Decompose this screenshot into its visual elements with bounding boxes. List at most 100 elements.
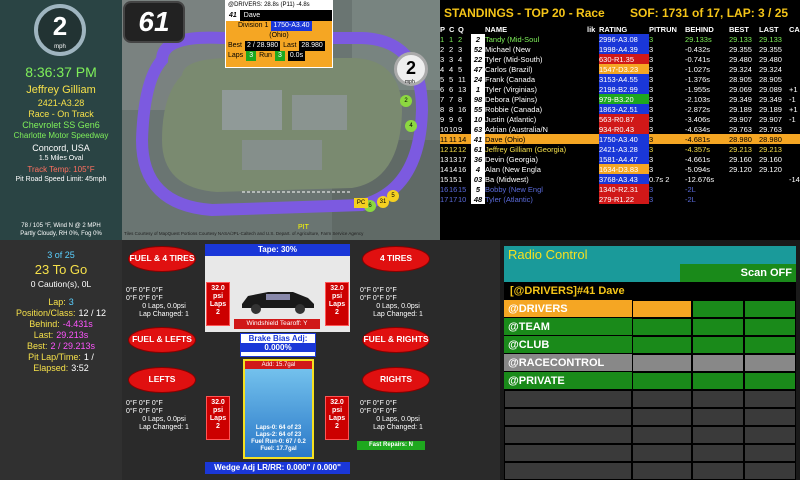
cell-p: 9	[440, 114, 445, 124]
standings-row[interactable]: 1 1 2 2 Tandy (Mid-Soul 2996-A3.08 3 29.133s 29.…	[440, 34, 800, 44]
radio-empty-cell	[692, 390, 744, 408]
standings-row[interactable]: 10 10 9 63 Adrian (Australia/N 934-R0.43 3 -4.6…	[440, 124, 800, 134]
fast-repairs[interactable]: Fast Repairs: N	[357, 441, 425, 450]
radio-toggle-cell[interactable]	[744, 318, 796, 336]
radio-empty-cell	[504, 462, 632, 480]
windshield-tearoff[interactable]: Windshield Tearoff: Y	[234, 319, 320, 329]
standings-row[interactable]: 3 3 4 22 Tyler (Mid-South) 630-R1.35 3 -0.741s 2…	[440, 54, 800, 64]
tire-pressure-lf[interactable]: 32.0 psi Laps 2	[206, 282, 230, 326]
lefts-button[interactable]: LEFTS	[128, 367, 196, 393]
radio-toggle-cell[interactable]	[692, 354, 744, 372]
fuel-gauge[interactable]: Add: 15.7gal Laps-0: 64 of 23 Laps-2: 64…	[243, 359, 314, 459]
tire-info-lf: 0°F 0°F 0°F 0°F 0°F 0°F 0 Laps, 0.0psi L…	[126, 287, 202, 319]
standings-row[interactable]: 11 11 14 41 Dave (Ohio) 1750-A3.40 3 -4.681s 28.…	[440, 134, 800, 144]
radio-empty-cell	[504, 408, 632, 426]
brake-bias-box[interactable]: Brake Bias Adj: 0.000%	[240, 333, 316, 357]
radio-toggle-cell[interactable]	[692, 318, 744, 336]
radio-toggle-cell[interactable]	[744, 354, 796, 372]
standings-row[interactable]: 17 17 10 48 Tyler (Atlantic) 279-R1.22 3 -2L	[440, 194, 800, 204]
cell-pit: 3	[649, 94, 654, 104]
column-header[interactable]: P	[440, 25, 449, 34]
weather-line-1: 78 / 105 °F, Wind N @ 2 MPH	[21, 223, 101, 229]
wedge-adjust[interactable]: Wedge Adj LR/RR: 0.000" / 0.000"	[205, 462, 350, 474]
standings-row[interactable]: 7 7 8 98 Debora (Plains) 979-B3.20 3 -2.103s 29.…	[440, 94, 800, 104]
radio-channel-row[interactable]: @CLUB	[504, 336, 796, 354]
last-value: 28.980	[299, 41, 325, 51]
radio-toggle-cell[interactable]	[744, 336, 796, 354]
column-header[interactable]: CA	[789, 25, 800, 34]
standings-row[interactable]: 6 6 13 1 Tyler (Virginias) 2198-B2.99 3 -1.955s…	[440, 84, 800, 94]
column-header[interactable]: PITRUN	[649, 25, 685, 34]
4-tires-button[interactable]: 4 TIRES	[362, 246, 430, 272]
radio-toggle-cell[interactable]	[632, 354, 692, 372]
column-header[interactable]	[471, 25, 485, 34]
fuel-4-tires-button[interactable]: FUEL & 4 TIRES	[128, 246, 196, 272]
column-header[interactable]: Q	[458, 25, 471, 34]
cell-c: 12	[449, 144, 458, 154]
driver-card[interactable]: @DRIVERS: 28.8s (P11) -4.8s 41 Dave Divi…	[225, 0, 333, 68]
tire-pressure-rr[interactable]: 32.0 psi Laps 2	[325, 396, 349, 440]
radio-toggle-cell[interactable]	[692, 300, 744, 318]
map-position-unit: mph	[405, 79, 415, 85]
tire-pressure-rf[interactable]: 32.0 psi Laps 2	[325, 282, 349, 326]
cell-p: 7	[440, 94, 445, 104]
brake-bias-value: 0.000%	[241, 343, 315, 352]
radio-control: Radio Control Scan OFF [@DRIVERS]#41 Dav…	[500, 240, 800, 480]
radio-channel-row[interactable]: @PRIVATE	[504, 372, 796, 390]
tape-setting[interactable]: Tape: 30%	[205, 244, 350, 256]
radio-channel-row[interactable]: @DRIVERS	[504, 300, 796, 318]
column-header[interactable]: BEST	[729, 25, 759, 34]
tire-laps: 0 Laps, 0.0psi	[376, 416, 420, 423]
radio-toggle-cell[interactable]	[632, 372, 692, 390]
cell-best: 29.120	[729, 164, 752, 174]
standings-row[interactable]: 9 9 6 10 Justin (Atlantic) 563-R0.87 3 -3.406s 2…	[440, 114, 800, 124]
cell-name: Devin (Georgia)	[485, 154, 538, 164]
stat-row: Behind: -4.431s	[0, 319, 122, 330]
fuel-rights-button[interactable]: FUEL & RIGHTS	[362, 327, 430, 353]
radio-toggle-cell[interactable]	[744, 300, 796, 318]
column-header[interactable]: lik	[587, 25, 599, 34]
standings-table: P C Q NAME lik RATING PITRUN BEHIND BEST LAST CA 1…	[440, 25, 800, 204]
tire-temps: 0°F 0°F 0°F	[360, 408, 397, 415]
radio-empty-cell	[692, 462, 744, 480]
standings-row[interactable]: 8 8 16 55 Robbie (Canada) 1863-A2.51 3 -2.872s 2…	[440, 104, 800, 114]
standings-row[interactable]: 16 16 15 5 Bobby (New Engl 1340-R2.31 3 -2L	[440, 184, 800, 194]
radio-channel-row[interactable]: @TEAM	[504, 318, 796, 336]
time-value: 0.0s	[287, 51, 306, 61]
fuel-lefts-button[interactable]: FUEL & LEFTS	[128, 327, 196, 353]
radio-toggle-cell[interactable]	[692, 336, 744, 354]
column-header[interactable]: C	[449, 25, 458, 34]
standings-row[interactable]: 2 2 3 52 Michael (New 1998-A4.39 3 -0.432s 29.35…	[440, 44, 800, 54]
cell-c: 3	[449, 54, 454, 64]
radio-toggle-cell[interactable]	[744, 372, 796, 390]
column-header[interactable]: RATING	[599, 25, 649, 34]
cell-behind: -2.103s	[685, 94, 711, 104]
cell-p: 15	[440, 174, 449, 184]
cell-p: 2	[440, 44, 445, 54]
scan-toggle[interactable]: Scan OFF	[680, 264, 796, 282]
column-header[interactable]: BEHIND	[685, 25, 729, 34]
standings-row[interactable]: 13 13 17 36 Devin (Georgia) 1581-A4.47 3 -4.661…	[440, 154, 800, 164]
cell-last: 29.355	[759, 44, 782, 54]
radio-toggle-cell[interactable]	[632, 318, 692, 336]
cell-p: 1	[440, 34, 445, 44]
radio-toggle-cell[interactable]	[632, 336, 692, 354]
standings-title: STANDINGS - TOP 20 - Race	[444, 6, 605, 20]
standings-row[interactable]: 12 12 12 61 Jeffrey Gilliam (Georgia) 2421-A3…	[440, 144, 800, 154]
cell-name: Michael (New	[485, 44, 531, 54]
column-header[interactable]: NAME	[485, 25, 587, 34]
radio-channel-row[interactable]: @RACECONTROL	[504, 354, 796, 372]
standings-row[interactable]: 14 14 16 4 Alan (New Engla 1634-D3.83 3 -5.094s…	[440, 164, 800, 174]
rights-button[interactable]: RIGHTS	[362, 367, 430, 393]
column-header[interactable]: LAST	[759, 25, 789, 34]
cell-q: 4	[458, 54, 463, 64]
standings-row[interactable]: 15 15 1 03 Ba (Midwest) 3768-A3.43 0.7s 2 -12.6…	[440, 174, 800, 184]
radio-toggle-cell[interactable]	[632, 300, 692, 318]
standings-row[interactable]: 4 4 5 47 Carlos (Brazil) 1547-D3.23 3 -1.027s 29…	[440, 64, 800, 74]
radio-empty-row	[504, 408, 796, 426]
standings-row[interactable]: 5 5 11 24 Frank (Canada 3153-A4.55 3 -1.376s 28.…	[440, 74, 800, 84]
cell-rating: 2996-A3.08	[599, 34, 649, 44]
tire-pressure-lr[interactable]: 32.0 psi Laps 2	[206, 396, 230, 440]
radio-toggle-cell[interactable]	[692, 372, 744, 390]
cell-car: 55	[471, 104, 485, 114]
